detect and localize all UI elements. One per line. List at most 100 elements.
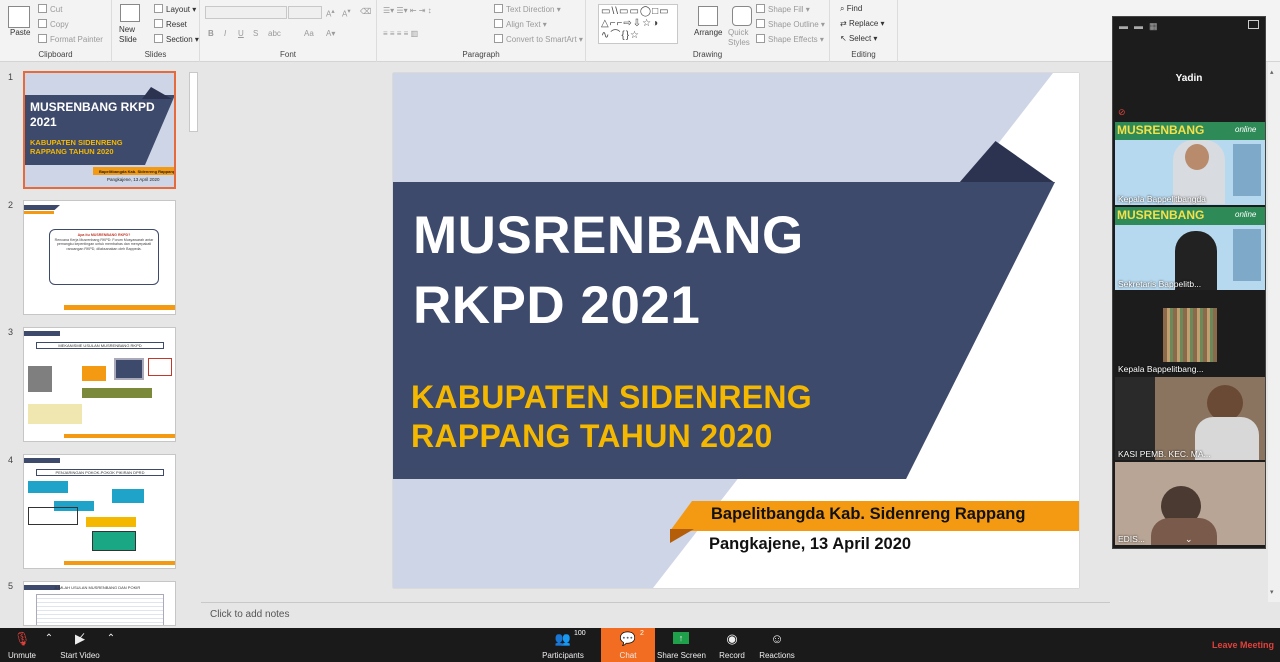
banner-text: MUSRENBANG: [1117, 123, 1205, 137]
slide-thumbnail-1[interactable]: MUSRENBANG RKPD 2021 KABUPATEN SIDENRENG…: [23, 71, 176, 189]
participant-tile[interactable]: MUSRENBANG online Kepala Bappelitbangda: [1115, 122, 1265, 205]
clear-format-button[interactable]: ⌫: [360, 7, 371, 16]
font-size-select[interactable]: [288, 6, 322, 19]
bold-button[interactable]: B: [208, 29, 214, 38]
current-slide[interactable]: MUSRENBANG RKPD 2021 KABUPATEN SIDENRENG…: [393, 73, 1079, 588]
audio-options-caret[interactable]: ⌃: [42, 628, 56, 662]
chevron-down-icon[interactable]: ⌄: [1185, 534, 1193, 545]
slide-number: 4: [8, 455, 14, 465]
participants-button[interactable]: 👥 100 Participants: [539, 628, 587, 662]
scroll-down-icon[interactable]: ▾: [1270, 588, 1274, 596]
layout-button[interactable]: Layout ▾: [154, 4, 196, 14]
video-off-icon: ▶̸: [75, 631, 85, 646]
paint-bucket-icon: [756, 4, 765, 13]
view-layout-icons[interactable]: ▬▬▦: [1119, 21, 1164, 32]
minimize-icon[interactable]: [1248, 20, 1259, 29]
font-color-icon[interactable]: A▾: [326, 29, 335, 38]
section-button[interactable]: Section ▾: [154, 34, 199, 44]
replace-button[interactable]: ⇄ Replace ▾: [840, 19, 885, 28]
paragraph-group: ☰▾ ☰▾ ⇤ ⇥ ↕ ≡ ≡ ≡ ≡ ▥ Text Direction ▾ A…: [377, 0, 586, 62]
scroll-thumb[interactable]: [189, 72, 198, 132]
slide-number: 2: [8, 200, 14, 210]
new-slide-button[interactable]: New Slide: [119, 25, 147, 45]
muted-mic-icon: ⊘: [1118, 107, 1126, 117]
cut-button[interactable]: Cut: [38, 4, 62, 14]
leave-meeting-button[interactable]: Leave Meeting: [1208, 628, 1278, 662]
reactions-button[interactable]: ☺ Reactions: [757, 628, 797, 662]
quick-styles-button[interactable]: Quick Styles: [728, 28, 754, 48]
ribbon: Paste Cut Copy Format Painter Clipboard …: [0, 0, 1280, 62]
format-painter-button[interactable]: Format Painter: [38, 34, 103, 44]
participant-tile[interactable]: MUSRENBANG online Sekretaris Bappelitb..…: [1115, 207, 1265, 290]
shape-effects-button[interactable]: Shape Effects ▾: [756, 34, 824, 44]
strikethrough-button[interactable]: abc: [268, 29, 281, 38]
slide-scrollbar[interactable]: ▴ ▾: [1268, 62, 1280, 602]
replace-icon: ⇄: [840, 19, 849, 28]
slide-thumbnail-4[interactable]: PENJARINGAN POKOK-POKOK PIKIRAN DPRD: [23, 454, 176, 569]
paste-button[interactable]: Paste: [10, 28, 30, 37]
chat-button[interactable]: 💬 2 Chat: [601, 628, 655, 662]
slide-subtitle: KABUPATEN SIDENRENG RAPPANG TAHUN 2020: [411, 379, 812, 454]
record-button[interactable]: ◉ Record: [712, 628, 752, 662]
thumb-subtitle: KABUPATEN SIDENRENG RAPPANG TAHUN 2020: [30, 138, 123, 156]
clipboard-group: Paste Cut Copy Format Painter Clipboard: [0, 0, 112, 62]
slide-title: MUSRENBANG RKPD 2021: [413, 206, 804, 335]
align-text-button[interactable]: Align Text ▾: [494, 19, 547, 29]
arrange-button[interactable]: Arrange: [694, 28, 722, 37]
grow-font-button[interactable]: A▴: [326, 7, 335, 19]
participant-tile[interactable]: Kepala Bappelitbang...: [1115, 292, 1265, 375]
editing-label: Editing: [851, 50, 876, 59]
slide-thumbnail-3[interactable]: MEKANISME USULAN MUSRENBANG RKPD: [23, 327, 176, 442]
underline-button[interactable]: U: [238, 29, 244, 38]
thumb-footer: Bapelitbangda Kab. Sidenreng Rappang: [93, 167, 174, 175]
shrink-font-button[interactable]: A▾: [342, 7, 351, 19]
participant-tile[interactable]: KASI PEMB. KEC. MA...: [1115, 377, 1265, 460]
find-button[interactable]: ⌕ Find: [840, 4, 862, 14]
drawing-label: Drawing: [692, 50, 723, 59]
start-video-button[interactable]: ▶̸ Start Video: [58, 628, 102, 662]
notes-pane[interactable]: Click to add notes: [201, 602, 1110, 628]
notes-placeholder: Click to add notes: [210, 609, 290, 620]
paste-icon[interactable]: [8, 6, 30, 28]
unmute-button[interactable]: 🎙 Unmute: [2, 628, 42, 662]
slide-number: 5: [8, 581, 14, 591]
pen-icon: [756, 19, 765, 28]
reset-button[interactable]: Reset: [154, 19, 187, 29]
thumb-date: Pangkajene, 13 April 2020: [107, 177, 160, 182]
text-direction-button[interactable]: Text Direction ▾: [494, 4, 561, 14]
video-options-caret[interactable]: ⌃: [104, 628, 118, 662]
shapes-gallery[interactable]: ▭\\▭▭◯□▭ △⌐⌐⇨⇩☆◑ ∿⌒{}☆: [598, 4, 678, 44]
font-family-select[interactable]: [205, 6, 287, 19]
copy-button[interactable]: Copy: [38, 19, 69, 29]
italic-button[interactable]: I: [224, 29, 226, 38]
scroll-up-icon[interactable]: ▴: [1270, 68, 1274, 76]
font-group: A▴ A▾ ⌫ B I U S abc Aa A▾ Font: [200, 0, 377, 62]
thumbnail-scrollbar[interactable]: [188, 64, 199, 624]
drawing-group: ▭\\▭▭◯□▭ △⌐⌐⇨⇩☆◑ ∿⌒{}☆ Arrange Quick Style…: [586, 0, 830, 62]
participant-tile[interactable]: EDIS... ⌄: [1115, 462, 1265, 545]
shape-outline-button[interactable]: Shape Outline ▾: [756, 19, 825, 29]
bullets-icon[interactable]: ☰▾ ☰▾ ⇤ ⇥ ↕: [383, 6, 432, 15]
shadow-button[interactable]: S: [253, 29, 258, 38]
chevron-up-icon: ⌃: [106, 633, 116, 644]
font-label: Font: [279, 50, 296, 59]
participant-video: [1207, 385, 1243, 421]
align-icons[interactable]: ≡ ≡ ≡ ≡ ▥: [383, 29, 418, 38]
participants-icon: 👥: [554, 631, 572, 646]
change-case-button[interactable]: Aa: [304, 29, 314, 38]
slide-thumbnail-pane: 1 MUSRENBANG RKPD 2021 KABUPATEN SIDENRE…: [0, 62, 200, 628]
slide-thumbnail-2[interactable]: Apa itu MUSRENBANG RKPD? Rencana Kerja Mu…: [23, 200, 176, 315]
shape-fill-button[interactable]: Shape Fill ▾: [756, 4, 810, 14]
record-icon: ◉: [726, 631, 738, 646]
cursor-icon: ↖: [840, 34, 849, 43]
slide-thumbnail-5[interactable]: JUMLAH USULAN MUSRENBANG DAN POKIR: [23, 581, 176, 626]
zoom-toolbar: 🎙 Unmute ⌃ ▶̸ Start Video ⌃ 👥 100 Partic…: [0, 628, 1280, 662]
convert-smartart-button[interactable]: Convert to SmartArt ▾: [494, 34, 583, 44]
select-button[interactable]: ↖ Select ▾: [840, 34, 877, 43]
slide-number: 1: [8, 72, 14, 82]
share-screen-button[interactable]: ↑ Share Screen: [657, 628, 706, 662]
slides-group: New Slide Layout ▾ Reset Section ▾ Slide…: [112, 0, 200, 62]
brush-icon: [38, 34, 47, 43]
quick-styles-icon: [732, 6, 752, 26]
effects-icon: [756, 34, 765, 43]
